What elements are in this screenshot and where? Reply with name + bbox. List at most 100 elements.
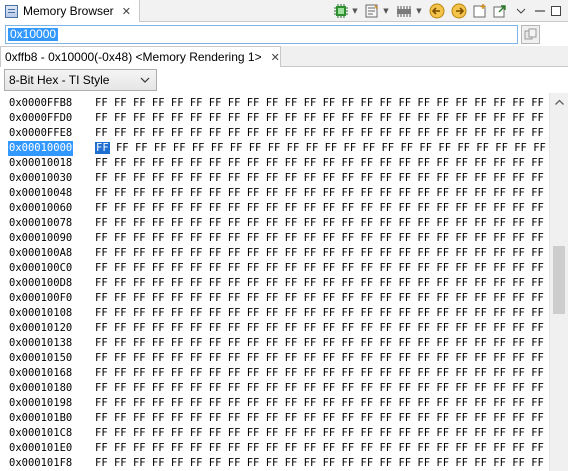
- memory-cells-rest[interactable]: FF FF FF FF FF FF FF FF FF FF FF FF FF F…: [108, 97, 544, 109]
- scroll-up-button[interactable]: [550, 93, 568, 110]
- memory-grid[interactable]: 0x0000FFB8 FF FF FF FF FF FF FF FF FF FF …: [0, 93, 548, 471]
- memory-row-cells[interactable]: FF FF FF FF FF FF FF FF FF FF FF FF FF F…: [95, 276, 544, 291]
- memory-cells-rest[interactable]: FF FF FF FF FF FF FF FF FF FF FF FF FF F…: [108, 367, 544, 379]
- memory-row-cells[interactable]: FF FF FF FF FF FF FF FF FF FF FF FF FF F…: [95, 351, 544, 366]
- memory-cells-rest[interactable]: FF FF FF FF FF FF FF FF FF FF FF FF FF F…: [108, 397, 544, 409]
- close-icon[interactable]: ✕: [122, 5, 131, 18]
- vertical-scrollbar[interactable]: [549, 93, 568, 471]
- memory-cells-rest[interactable]: FF FF FF FF FF FF FF FF FF FF FF FF FF F…: [108, 337, 544, 349]
- memory-cell[interactable]: FF: [95, 382, 108, 394]
- new-rendering-icon[interactable]: [364, 2, 380, 20]
- memory-cell[interactable]: FF: [95, 307, 108, 319]
- refresh-menu-chevron-icon[interactable]: ▼: [351, 2, 359, 20]
- rendering-tab[interactable]: 0xffb8 - 0x10000(-0x48) <Memory Renderin…: [0, 46, 281, 67]
- memory-cell[interactable]: FF: [95, 127, 108, 139]
- maximize-icon[interactable]: [550, 2, 562, 20]
- memory-cell[interactable]: FF: [95, 412, 108, 424]
- memory-cell[interactable]: FF: [95, 142, 110, 154]
- memory-cells-rest[interactable]: FF FF FF FF FF FF FF FF FF FF FF FF FF F…: [108, 457, 544, 469]
- memory-cells-rest[interactable]: FF FF FF FF FF FF FF FF FF FF FF FF FF F…: [108, 172, 544, 184]
- memory-row-cells[interactable]: FF FF FF FF FF FF FF FF FF FF FF FF FF F…: [95, 171, 544, 186]
- memory-cells-rest[interactable]: FF FF FF FF FF FF FF FF FF FF FF FF FF F…: [108, 217, 544, 229]
- memory-row-cells[interactable]: FF FF FF FF FF FF FF FF FF FF FF FF FF F…: [95, 381, 544, 396]
- memory-cells-rest[interactable]: FF FF FF FF FF FF FF FF FF FF FF FF FF F…: [108, 307, 544, 319]
- memory-cell[interactable]: FF: [95, 427, 108, 439]
- memory-cell[interactable]: FF: [95, 457, 108, 469]
- memory-row-cells[interactable]: FF FF FF FF FF FF FF FF FF FF FF FF FF F…: [95, 141, 546, 156]
- memory-row-cells[interactable]: FF FF FF FF FF FF FF FF FF FF FF FF FF F…: [95, 411, 544, 426]
- memory-row-cells[interactable]: FF FF FF FF FF FF FF FF FF FF FF FF FF F…: [95, 96, 544, 111]
- memory-row-cells[interactable]: FF FF FF FF FF FF FF FF FF FF FF FF FF F…: [95, 306, 544, 321]
- memory-cell[interactable]: FF: [95, 367, 108, 379]
- memory-cells-rest[interactable]: FF FF FF FF FF FF FF FF FF FF FF FF FF F…: [108, 277, 544, 289]
- scrollbar-thumb[interactable]: [553, 246, 565, 314]
- address-input[interactable]: 0x10000: [5, 25, 518, 44]
- memory-cells-rest[interactable]: FF FF FF FF FF FF FF FF FF FF FF FF FF F…: [108, 427, 544, 439]
- memory-cells-rest[interactable]: FF FF FF FF FF FF FF FF FF FF FF FF FF F…: [108, 157, 544, 169]
- close-icon[interactable]: ✕: [271, 51, 280, 64]
- memory-row-cells[interactable]: FF FF FF FF FF FF FF FF FF FF FF FF FF F…: [95, 246, 544, 261]
- memory-row-cells[interactable]: FF FF FF FF FF FF FF FF FF FF FF FF FF F…: [95, 111, 544, 126]
- memory-cells-rest[interactable]: FF FF FF FF FF FF FF FF FF FF FF FF FF F…: [108, 352, 544, 364]
- memory-cells-rest[interactable]: FF FF FF FF FF FF FF FF FF FF FF FF FF F…: [108, 292, 544, 304]
- memory-cell[interactable]: FF: [95, 247, 108, 259]
- memory-space-icon[interactable]: [395, 2, 413, 20]
- memory-cells-rest[interactable]: FF FF FF FF FF FF FF FF FF FF FF FF FF F…: [108, 442, 544, 454]
- memory-row-cells[interactable]: FF FF FF FF FF FF FF FF FF FF FF FF FF F…: [95, 126, 544, 141]
- memory-cells-rest[interactable]: FF FF FF FF FF FF FF FF FF FF FF FF FF F…: [110, 142, 546, 154]
- memory-cell[interactable]: FF: [95, 112, 108, 124]
- memory-row-cells[interactable]: FF FF FF FF FF FF FF FF FF FF FF FF FF F…: [95, 231, 544, 246]
- view-menu-icon[interactable]: [516, 2, 526, 20]
- memory-cells-rest[interactable]: FF FF FF FF FF FF FF FF FF FF FF FF FF F…: [108, 262, 544, 274]
- memory-cell[interactable]: FF: [95, 322, 108, 334]
- memory-cell[interactable]: FF: [95, 352, 108, 364]
- memory-cells-rest[interactable]: FF FF FF FF FF FF FF FF FF FF FF FF FF F…: [108, 232, 544, 244]
- memory-cell[interactable]: FF: [95, 187, 108, 199]
- memory-cells-rest[interactable]: FF FF FF FF FF FF FF FF FF FF FF FF FF F…: [108, 112, 544, 124]
- memory-row-cells[interactable]: FF FF FF FF FF FF FF FF FF FF FF FF FF F…: [95, 291, 544, 306]
- memory-row-cells[interactable]: FF FF FF FF FF FF FF FF FF FF FF FF FF F…: [95, 366, 544, 381]
- memory-row-cells[interactable]: FF FF FF FF FF FF FF FF FF FF FF FF FF F…: [95, 396, 544, 411]
- memory-cells-rest[interactable]: FF FF FF FF FF FF FF FF FF FF FF FF FF F…: [108, 382, 544, 394]
- memory-cell[interactable]: FF: [95, 202, 108, 214]
- new-rendering-menu-chevron-icon[interactable]: ▼: [382, 2, 390, 20]
- memory-row-cells[interactable]: FF FF FF FF FF FF FF FF FF FF FF FF FF F…: [95, 261, 544, 276]
- memory-cell[interactable]: FF: [95, 442, 108, 454]
- new-tab-icon[interactable]: [472, 2, 488, 20]
- memory-row-cells[interactable]: FF FF FF FF FF FF FF FF FF FF FF FF FF F…: [95, 321, 544, 336]
- memory-cells-rest[interactable]: FF FF FF FF FF FF FF FF FF FF FF FF FF F…: [108, 127, 544, 139]
- memory-cell[interactable]: FF: [95, 157, 108, 169]
- go-back-icon[interactable]: [428, 2, 446, 20]
- memory-cell[interactable]: FF: [95, 262, 108, 274]
- export-icon[interactable]: [492, 2, 508, 20]
- memory-row-cells[interactable]: FF FF FF FF FF FF FF FF FF FF FF FF FF F…: [95, 201, 544, 216]
- memory-cells-rest[interactable]: FF FF FF FF FF FF FF FF FF FF FF FF FF F…: [108, 322, 544, 334]
- refresh-icon[interactable]: [333, 2, 349, 20]
- memory-row-cells[interactable]: FF FF FF FF FF FF FF FF FF FF FF FF FF F…: [95, 336, 544, 351]
- memory-cell[interactable]: FF: [95, 277, 108, 289]
- memory-cells-rest[interactable]: FF FF FF FF FF FF FF FF FF FF FF FF FF F…: [108, 412, 544, 424]
- memory-row-cells[interactable]: FF FF FF FF FF FF FF FF FF FF FF FF FF F…: [95, 426, 544, 441]
- go-forward-icon[interactable]: [450, 2, 468, 20]
- memory-row-cells[interactable]: FF FF FF FF FF FF FF FF FF FF FF FF FF F…: [95, 186, 544, 201]
- memory-cell[interactable]: FF: [95, 292, 108, 304]
- memory-cell[interactable]: FF: [95, 397, 108, 409]
- memory-cell[interactable]: FF: [95, 232, 108, 244]
- memory-cells-rest[interactable]: FF FF FF FF FF FF FF FF FF FF FF FF FF F…: [108, 187, 544, 199]
- go-button[interactable]: [521, 25, 540, 44]
- memory-browser-tab[interactable]: Memory Browser ✕: [0, 0, 140, 22]
- memory-cell[interactable]: FF: [95, 97, 108, 109]
- memory-row-cells[interactable]: FF FF FF FF FF FF FF FF FF FF FF FF FF F…: [95, 156, 544, 171]
- memory-cells-rest[interactable]: FF FF FF FF FF FF FF FF FF FF FF FF FF F…: [108, 247, 544, 259]
- minimize-icon[interactable]: [534, 2, 546, 20]
- address-input-value[interactable]: 0x10000: [8, 28, 59, 41]
- memory-row-cells[interactable]: FF FF FF FF FF FF FF FF FF FF FF FF FF F…: [95, 456, 544, 471]
- memory-cells-rest[interactable]: FF FF FF FF FF FF FF FF FF FF FF FF FF F…: [108, 202, 544, 214]
- memory-cell[interactable]: FF: [95, 172, 108, 184]
- memory-space-menu-chevron-icon[interactable]: ▼: [415, 2, 423, 20]
- format-select[interactable]: 8-Bit Hex - TI Style: [4, 69, 157, 91]
- memory-row-cells[interactable]: FF FF FF FF FF FF FF FF FF FF FF FF FF F…: [95, 441, 544, 456]
- memory-cell[interactable]: FF: [95, 337, 108, 349]
- memory-cell[interactable]: FF: [95, 217, 108, 229]
- memory-row-cells[interactable]: FF FF FF FF FF FF FF FF FF FF FF FF FF F…: [95, 216, 544, 231]
